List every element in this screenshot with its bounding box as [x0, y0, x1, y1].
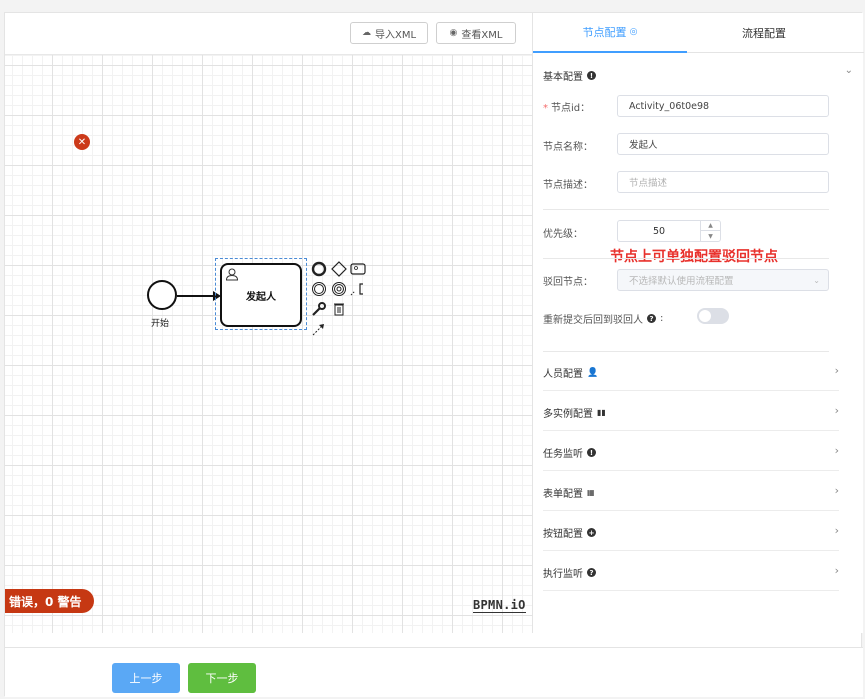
wrench-icon[interactable]	[311, 301, 327, 317]
section-button-config[interactable]: 按钮配置 + ›	[543, 511, 839, 551]
chevron-down-icon[interactable]: ⌄	[845, 65, 853, 76]
section-multi-instance-title: 多实例配置 ▮▮	[543, 405, 606, 420]
resubmit-label: 重新提交后回到驳回人 ?:	[543, 313, 664, 326]
text-annotation-icon[interactable]	[350, 281, 366, 297]
eye-icon: ◎	[629, 27, 638, 37]
start-event[interactable]	[147, 280, 177, 310]
footer: 上一步 下一步	[5, 647, 863, 697]
plus-circle-icon: +	[587, 528, 596, 537]
reject-node-label: 驳回节点：	[543, 277, 593, 288]
section-form-config[interactable]: 表单配置 ▦ ›	[543, 471, 839, 511]
priority-stepper[interactable]: 50 ▲ ▼	[617, 220, 721, 242]
chevron-right-icon: ›	[834, 404, 839, 417]
bpmn-io-logo[interactable]: BPMN.iO	[473, 598, 526, 613]
section-button-config-title: 按钮配置 +	[543, 525, 596, 540]
chevron-right-icon: ›	[834, 524, 839, 537]
cloud-upload-icon: ☁	[361, 28, 371, 38]
reject-node-placeholder: 不选择默认使用流程配置	[629, 276, 734, 287]
next-step-button[interactable]: 下一步	[188, 663, 256, 693]
message-event-icon[interactable]	[331, 281, 347, 297]
section-label: 按钮配置	[543, 529, 583, 540]
eye-icon: ◉	[449, 28, 458, 38]
section-user-config[interactable]: 人员配置 👤 ›	[543, 351, 839, 391]
tab-node-config[interactable]: 节点配置 ◎	[533, 13, 687, 53]
reject-node-select[interactable]: 不选择默认使用流程配置 ⌄	[617, 269, 829, 291]
priority-value: 50	[652, 225, 666, 237]
properties-panel: 节点配置 ◎ 流程配置 基本配置 ! ⌄ * 节点id： Activity_06t…	[532, 13, 864, 633]
gateway-icon[interactable]	[331, 261, 347, 277]
node-id-label: * 节点id：	[543, 103, 591, 114]
chevron-down-icon: ⌄	[813, 275, 820, 285]
connect-icon[interactable]	[311, 321, 327, 337]
section-execution-listener[interactable]: 执行监听 ? ›	[543, 551, 839, 591]
info-icon: !	[587, 448, 596, 457]
divider	[543, 209, 829, 210]
node-name-input[interactable]: 发起人	[617, 133, 829, 155]
help-icon: ?	[647, 314, 656, 323]
annotation-note: 节点上可单独配置驳回节点	[610, 249, 778, 265]
lint-status-badge[interactable]: 错误，0 警告	[5, 589, 94, 613]
help-icon: ?	[587, 568, 596, 577]
section-task-listener[interactable]: 任务监听 ! ›	[543, 431, 839, 471]
chevron-right-icon: ›	[834, 564, 839, 577]
section-multi-instance[interactable]: 多实例配置 ▮▮ ›	[543, 391, 839, 431]
import-xml-label: 导入XML	[374, 29, 417, 41]
tab-flow-config-label: 流程配置	[742, 27, 786, 40]
basic-config-header[interactable]: 基本配置 !	[543, 68, 596, 83]
resubmit-toggle[interactable]	[697, 308, 729, 324]
node-desc-label: 节点描述：	[543, 180, 593, 191]
divider	[543, 258, 829, 259]
section-label: 任务监听	[543, 449, 583, 460]
priority-label: 优先级：	[543, 229, 583, 240]
chevron-right-icon: ›	[834, 484, 839, 497]
user-task-label: 发起人	[246, 291, 276, 303]
tab-node-config-label: 节点配置	[582, 26, 627, 39]
sequence-flow[interactable]	[177, 295, 217, 297]
increase-icon[interactable]: ▲	[701, 221, 720, 231]
user-task-icon	[225, 268, 239, 281]
panel-tabs: 节点配置 ◎ 流程配置	[533, 13, 864, 53]
decrease-icon[interactable]: ▼	[701, 231, 720, 241]
section-label: 表单配置	[543, 489, 583, 500]
node-name-label: 节点名称：	[543, 142, 593, 153]
user-task[interactable]: 发起人	[220, 263, 302, 327]
task-icon[interactable]	[350, 261, 366, 277]
stepper-buttons: ▲ ▼	[700, 221, 720, 241]
chevron-right-icon: ›	[834, 444, 839, 457]
app-frame: ☁ 导入XML ◉ 查看XML ✕ 开始 发起人 错误，0 警告 BPMN.iO…	[4, 12, 864, 697]
section-label: 执行监听	[543, 569, 583, 580]
user-icon: 👤	[587, 367, 599, 378]
error-marker-icon[interactable]: ✕	[74, 134, 90, 150]
section-task-listener-title: 任务监听 !	[543, 445, 596, 460]
info-icon: !	[587, 71, 596, 80]
import-xml-button[interactable]: ☁ 导入XML	[350, 22, 428, 44]
canvas-toolbar: ☁ 导入XML ◉ 查看XML	[5, 13, 532, 55]
intermediate-event-icon[interactable]	[311, 281, 327, 297]
context-pad	[309, 259, 369, 337]
section-label: 多实例配置	[543, 409, 593, 420]
bpmn-canvas[interactable]: ☁ 导入XML ◉ 查看XML ✕ 开始 发起人 错误，0 警告 BPMN.iO	[5, 13, 532, 633]
tab-flow-config[interactable]: 流程配置	[687, 13, 841, 53]
start-event-label: 开始	[151, 319, 170, 329]
node-id-input[interactable]: Activity_06t0e98	[617, 95, 829, 117]
section-execution-listener-title: 执行监听 ?	[543, 565, 596, 580]
view-xml-label: 查看XML	[461, 29, 503, 41]
section-label: 人员配置	[543, 369, 583, 380]
section-form-config-title: 表单配置 ▦	[543, 485, 595, 500]
node-desc-input[interactable]: 节点描述	[617, 171, 829, 193]
basic-config-title: 基本配置	[543, 72, 583, 83]
end-event-icon[interactable]	[311, 261, 327, 277]
view-xml-button[interactable]: ◉ 查看XML	[436, 22, 516, 44]
form-icon: ▦	[587, 488, 595, 497]
chevron-right-icon: ›	[834, 364, 839, 377]
bar-chart-icon: ▮▮	[597, 408, 606, 417]
trash-icon[interactable]	[331, 301, 347, 317]
prev-step-button[interactable]: 上一步	[112, 663, 180, 693]
section-user-config-title: 人员配置 👤	[543, 365, 599, 381]
